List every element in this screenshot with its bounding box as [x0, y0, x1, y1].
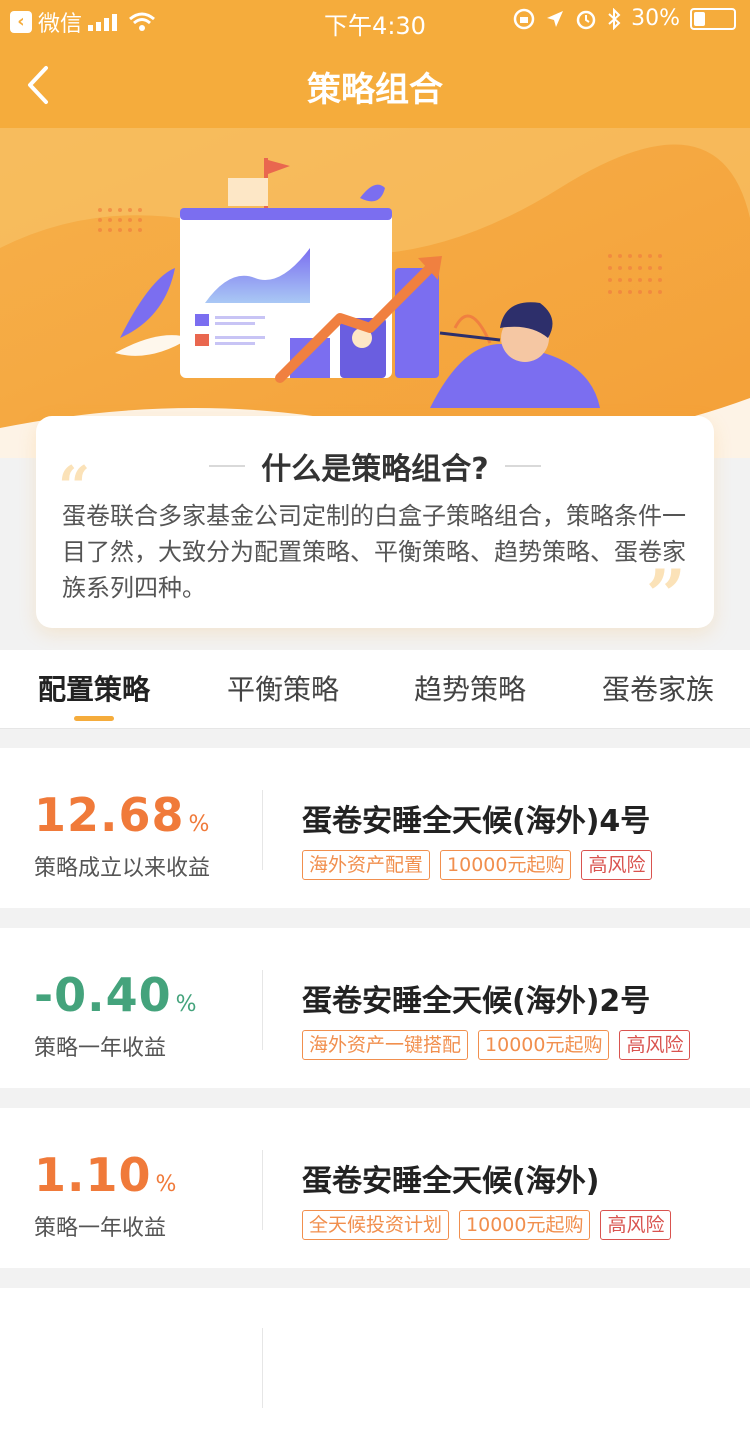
intro-card: “ 什么是策略组合? 蛋卷联合多家基金公司定制的白盒子策略组合，策略条件一目了然…	[36, 416, 714, 637]
tag-risk: 高风险	[600, 1210, 672, 1240]
tag-feature: 海外资产配置	[302, 850, 431, 880]
hero-illustration	[0, 128, 750, 458]
active-tab-indicator	[74, 716, 114, 721]
card-divider	[262, 1150, 263, 1230]
card-divider	[262, 790, 263, 870]
strategy-rate: -0.40%	[34, 968, 198, 1022]
hero-illustration-graphic	[0, 128, 750, 458]
rate-unit: %	[188, 812, 211, 837]
rate-value: -0.40	[34, 968, 172, 1022]
card-divider	[262, 1328, 263, 1408]
alarm-icon	[576, 10, 596, 29]
strategy-rate: 12.68%	[34, 788, 210, 842]
rate-unit: %	[155, 1172, 178, 1197]
strategy-card-partial[interactable]	[0, 1288, 750, 1448]
bluetooth-icon	[608, 7, 621, 30]
status-bar: ‹ 微信 下午4:30 30%	[0, 0, 750, 40]
rate-label: 策略一年收益	[34, 1036, 167, 1061]
strategy-rate: 1.10%	[34, 1148, 177, 1202]
tag-min-purchase: 10000元起购	[459, 1210, 591, 1240]
intro-title-row: 什么是策略组合?	[36, 444, 714, 488]
navigation-bar: 策略组合	[0, 50, 750, 120]
title-line-right	[504, 465, 541, 467]
rate-value: 12.68	[34, 788, 185, 842]
strategy-tags: 海外资产配置 10000元起购 高风险	[302, 850, 653, 880]
title-line-left	[209, 465, 246, 467]
strategy-name: 蛋卷安睡全天候(海外)2号	[302, 984, 651, 1019]
location-icon	[547, 10, 564, 27]
header-bar: ‹ 微信 下午4:30 30% 策略组合	[0, 0, 750, 128]
tab-balance[interactable]: 平衡策略	[227, 668, 339, 708]
tag-min-purchase: 10000元起购	[440, 850, 572, 880]
tag-risk: 高风险	[581, 850, 653, 880]
rotation-lock-icon	[513, 8, 535, 29]
tab-config[interactable]: 配置策略	[38, 668, 150, 708]
tab-family[interactable]: 蛋卷家族	[602, 668, 714, 708]
rate-unit: %	[175, 992, 198, 1017]
strategy-name: 蛋卷安睡全天候(海外)	[302, 1164, 600, 1199]
tag-feature: 全天候投资计划	[302, 1210, 450, 1240]
battery-percent: 30%	[631, 6, 680, 31]
strategy-tags: 海外资产一键搭配 10000元起购 高风险	[302, 1030, 691, 1060]
tag-feature: 海外资产一键搭配	[302, 1030, 469, 1060]
strategy-card[interactable]: -0.40% 策略一年收益 蛋卷安睡全天候(海外)2号 海外资产一键搭配 100…	[0, 928, 750, 1088]
rate-label: 策略成立以来收益	[34, 856, 211, 881]
tab-trend[interactable]: 趋势策略	[414, 668, 526, 708]
battery-icon	[690, 7, 736, 30]
strategy-card[interactable]: 1.10% 策略一年收益 蛋卷安睡全天候(海外) 全天候投资计划 10000元起…	[0, 1108, 750, 1268]
strategy-tags: 全天候投资计划 10000元起购 高风险	[302, 1210, 672, 1240]
strategy-name: 蛋卷安睡全天候(海外)4号	[302, 804, 651, 839]
strategy-card[interactable]: 12.68% 策略成立以来收益 蛋卷安睡全天候(海外)4号 海外资产配置 100…	[0, 748, 750, 908]
rate-value: 1.10	[34, 1148, 152, 1202]
tag-risk: 高风险	[619, 1030, 691, 1060]
intro-description: 蛋卷联合多家基金公司定制的白盒子策略组合，策略条件一目了然，大致分为配置策略、平…	[62, 502, 686, 602]
strategy-tabs: 配置策略 平衡策略 趋势策略 蛋卷家族	[0, 650, 750, 729]
intro-title: 什么是策略组合?	[261, 452, 489, 487]
card-divider	[262, 970, 263, 1050]
page-title: 策略组合	[307, 70, 443, 110]
close-quote-mark: ”	[645, 554, 686, 637]
rate-label: 策略一年收益	[34, 1216, 167, 1241]
tag-min-purchase: 10000元起购	[478, 1030, 610, 1060]
